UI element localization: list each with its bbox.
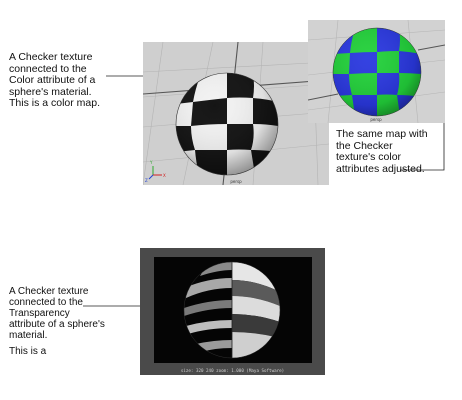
caption-adjusted-color: The same map with the Checker texture's … [336,128,428,175]
axis-x-label: X [163,173,166,178]
viewport-inset-scene [308,20,445,123]
caption-line: The same map with [336,128,428,140]
caption-line: connected to the [9,297,83,308]
viewport-inset[interactable]: persp [308,20,445,123]
caption-line: A Checker texture [9,286,89,297]
render-status-bar: size: 320 240 zoom: 1.000 (Maya Software… [180,368,285,373]
caption-line: attribute of a sphere's [9,319,105,330]
render-view-image [154,257,312,363]
viewport-main[interactable]: Y X Z persp [143,42,329,185]
axis-y-label: Y [149,160,153,165]
caption-line: This is a [9,346,47,357]
caption-transparency-map: A Checker texture connected to the Trans… [9,286,105,357]
camera-label: persp [230,179,242,184]
caption-line: texture's color [336,151,402,163]
render-view-window[interactable]: size: 320 240 zoom: 1.000 (Maya Software… [140,248,325,375]
axis-z-label: Z [145,178,148,183]
caption-line: Transparency [9,308,70,319]
viewport-main-scene: Y X Z [143,42,329,185]
caption-line: material. [9,330,48,341]
caption-line: attributes adjusted. [336,162,425,175]
camera-label-inset: persp [370,117,382,122]
